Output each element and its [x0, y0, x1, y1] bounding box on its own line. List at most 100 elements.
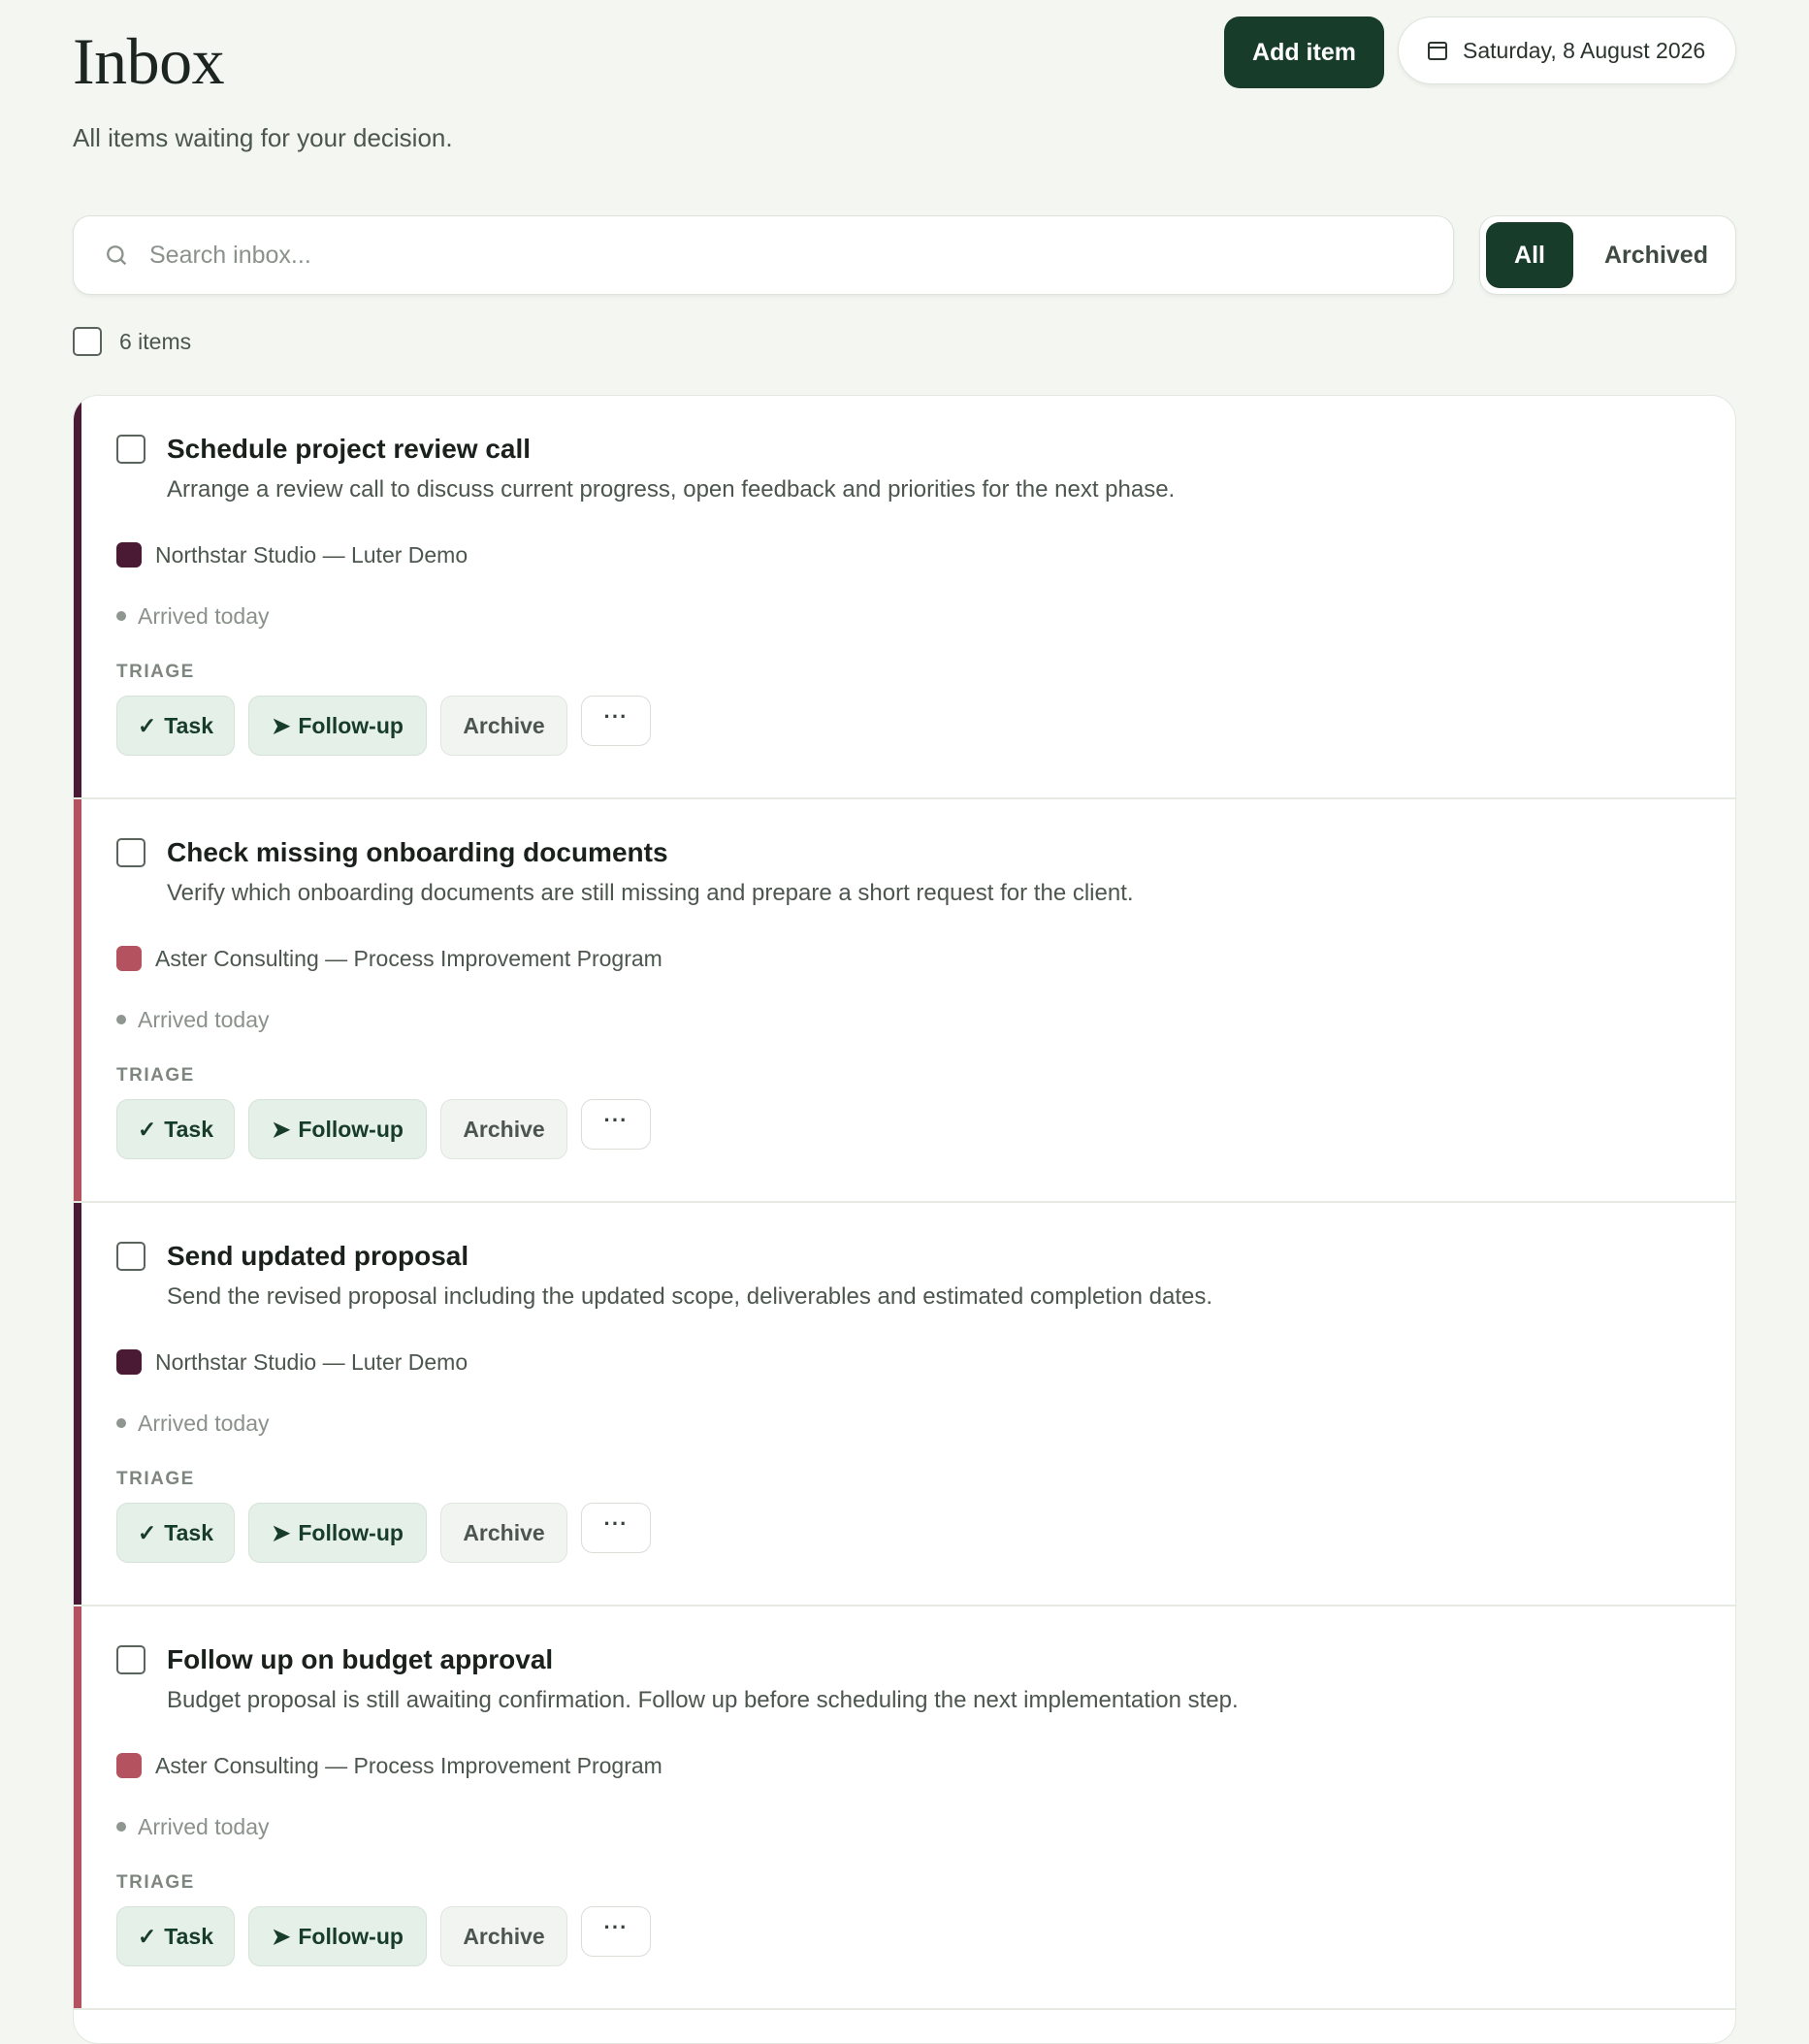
send-arrow-icon: ➤ [272, 1116, 291, 1142]
item-description: Budget proposal is still awaiting confir… [167, 1687, 1239, 1713]
task-button-label: Task [164, 712, 213, 738]
item-header: Check missing onboarding documents [116, 836, 1735, 869]
task-button-label: Task [164, 1923, 213, 1949]
archive-button[interactable]: Archive [440, 696, 567, 756]
item-accent-bar [74, 396, 81, 797]
project-label: Aster Consulting — Process Improvement P… [155, 945, 662, 971]
archive-button[interactable]: Archive [440, 1099, 567, 1159]
send-arrow-icon: ➤ [272, 1519, 291, 1545]
filter-archived-tab[interactable]: Archived [1583, 222, 1729, 288]
project-label: Northstar Studio — Luter Demo [155, 541, 468, 568]
items-count: 6 items [119, 328, 192, 354]
item-arrived: Arrived today [116, 1812, 1735, 1841]
more-options-button[interactable]: ··· [581, 1099, 651, 1150]
item-project: Northstar Studio — Luter Demo [116, 540, 1735, 569]
item-arrived: Arrived today [116, 1005, 1735, 1034]
select-all-row: 6 items [73, 327, 1736, 356]
triage-actions: ✓ Task ➤ Follow-up Archive ··· [116, 1906, 1735, 1966]
select-all-checkbox[interactable] [73, 327, 102, 356]
item-checkbox[interactable] [116, 838, 145, 867]
item-header: Send updated proposal [116, 1240, 1735, 1273]
check-icon: ✓ [138, 712, 157, 738]
triage-actions: ✓ Task ➤ Follow-up Archive ··· [116, 696, 1735, 756]
item-project: Aster Consulting — Process Improvement P… [116, 944, 1735, 973]
triage-label: TRIAGE [116, 1065, 195, 1086]
item-title[interactable]: Check missing onboarding documents [167, 837, 668, 868]
inbox-item: Check missing onboarding documents Verif… [74, 799, 1735, 1203]
status-dot-icon [116, 1822, 126, 1832]
inbox-list: Schedule project review call Arrange a r… [73, 395, 1736, 2044]
follow-up-button-label: Follow-up [298, 1519, 404, 1545]
inbox-item: Send updated proposal Send the revised p… [74, 1203, 1735, 1606]
item-arrived: Arrived today [116, 1409, 1735, 1438]
send-arrow-icon: ➤ [272, 712, 291, 738]
item-accent-bar [74, 1203, 81, 1605]
item-title[interactable]: Send updated proposal [167, 1241, 468, 1272]
arrived-label: Arrived today [138, 1006, 270, 1032]
item-header: Follow up on budget approval [116, 1643, 1735, 1676]
check-icon: ✓ [138, 1116, 157, 1142]
follow-up-button-label: Follow-up [298, 1116, 404, 1142]
item-title[interactable]: Follow up on budget approval [167, 1644, 553, 1675]
item-project: Northstar Studio — Luter Demo [116, 1347, 1735, 1377]
triage-actions: ✓ Task ➤ Follow-up Archive ··· [116, 1503, 1735, 1563]
more-options-button[interactable]: ··· [581, 696, 651, 746]
add-item-button[interactable]: Add item [1224, 16, 1384, 88]
page-header: Inbox All items waiting for your decisio… [73, 0, 1736, 209]
triage-actions: ✓ Task ➤ Follow-up Archive ··· [116, 1099, 1735, 1159]
status-dot-icon [116, 1015, 126, 1024]
triage-label: TRIAGE [116, 1469, 195, 1489]
item-description: Verify which onboarding documents are st… [167, 880, 1134, 906]
task-button[interactable]: ✓ Task [116, 1906, 235, 1966]
project-color-swatch [116, 542, 142, 568]
item-checkbox[interactable] [116, 435, 145, 464]
filter-toggle: All Archived [1479, 215, 1736, 295]
item-checkbox[interactable] [116, 1242, 145, 1271]
search-input[interactable] [149, 241, 1410, 270]
follow-up-button-label: Follow-up [298, 712, 404, 738]
item-checkbox[interactable] [116, 1645, 145, 1674]
task-button-label: Task [164, 1116, 213, 1142]
page-title: Inbox [73, 24, 225, 98]
archive-button[interactable]: Archive [440, 1503, 567, 1563]
item-description: Arrange a review call to discuss current… [167, 476, 1176, 503]
follow-up-button[interactable]: ➤ Follow-up [248, 696, 427, 756]
triage-label: TRIAGE [116, 1872, 195, 1893]
more-options-button[interactable]: ··· [581, 1906, 651, 1957]
check-icon: ✓ [138, 1923, 157, 1949]
status-dot-icon [116, 611, 126, 621]
triage-label: TRIAGE [116, 662, 195, 682]
date-label: Saturday, 8 August 2026 [1463, 37, 1706, 63]
status-dot-icon [116, 1418, 126, 1428]
project-color-swatch [116, 1349, 142, 1375]
follow-up-button-label: Follow-up [298, 1923, 404, 1949]
date-selector[interactable]: Saturday, 8 August 2026 [1398, 16, 1736, 84]
search-icon [103, 242, 130, 269]
archive-button[interactable]: Archive [440, 1906, 567, 1966]
inbox-item: Schedule project review call Arrange a r… [74, 396, 1735, 799]
item-title[interactable]: Schedule project review call [167, 434, 531, 465]
calendar-icon [1426, 39, 1449, 62]
item-header: Schedule project review call [116, 433, 1735, 466]
search-box[interactable] [73, 215, 1454, 295]
search-row: All Archived [73, 215, 1736, 296]
follow-up-button[interactable]: ➤ Follow-up [248, 1906, 427, 1966]
item-description: Send the revised proposal including the … [167, 1283, 1213, 1310]
arrived-label: Arrived today [138, 602, 270, 629]
task-button[interactable]: ✓ Task [116, 1503, 235, 1563]
follow-up-button[interactable]: ➤ Follow-up [248, 1099, 427, 1159]
item-arrived: Arrived today [116, 601, 1735, 631]
more-options-button[interactable]: ··· [581, 1503, 651, 1553]
arrived-label: Arrived today [138, 1813, 270, 1839]
task-button-label: Task [164, 1519, 213, 1545]
project-label: Aster Consulting — Process Improvement P… [155, 1752, 662, 1778]
item-accent-bar [74, 799, 81, 1201]
task-button[interactable]: ✓ Task [116, 1099, 235, 1159]
project-color-swatch [116, 1753, 142, 1778]
task-button[interactable]: ✓ Task [116, 696, 235, 756]
check-icon: ✓ [138, 1519, 157, 1545]
filter-all-tab[interactable]: All [1486, 222, 1573, 288]
item-accent-bar [74, 1606, 81, 2008]
follow-up-button[interactable]: ➤ Follow-up [248, 1503, 427, 1563]
project-label: Northstar Studio — Luter Demo [155, 1348, 468, 1375]
